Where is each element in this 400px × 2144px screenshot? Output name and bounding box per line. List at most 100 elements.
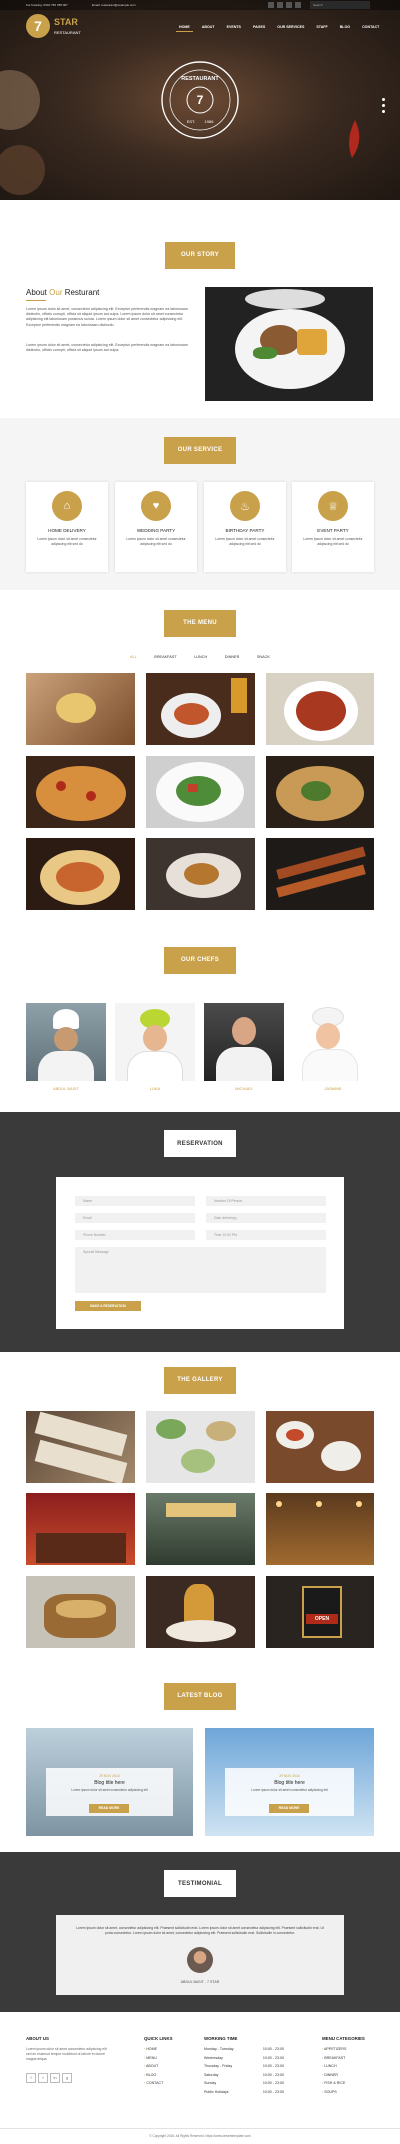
footer-category[interactable]: LUNCH (322, 2064, 346, 2068)
linkedin-icon[interactable] (286, 2, 292, 8)
filter-snack[interactable]: SNACK (257, 655, 270, 659)
emblem-est: EST. (187, 119, 195, 124)
blog-title[interactable]: Blog title here (46, 1780, 173, 1786)
gallery-photo[interactable] (146, 1411, 255, 1483)
filter-all[interactable]: ALL (130, 655, 137, 659)
copyright: © Copyright 2016. All Rights Reserved. h… (149, 2134, 251, 2138)
facebook-icon[interactable] (268, 2, 274, 8)
linkedin-icon[interactable]: in (50, 2073, 60, 2083)
service-title: EVENT PARTY (317, 528, 349, 533)
filter-dinner[interactable]: DINNER (225, 655, 240, 659)
chef-photo[interactable] (292, 1003, 374, 1081)
hours-row: Public Holidays 10:00 - 23:00 (204, 2090, 284, 2094)
chef-photo[interactable] (204, 1003, 284, 1081)
story-food-photo (205, 287, 373, 401)
hours-time: 10:00 - 23:00 (262, 2089, 284, 2094)
section-title-reservation: RESERVATION (164, 1130, 236, 1157)
hours-time: 10:00 - 23:00 (262, 2064, 284, 2068)
blog-date: 29 NOV 2016 (99, 1774, 120, 1778)
name-field[interactable]: Name (75, 1196, 195, 1206)
service-title: HOME DELIVERY (48, 528, 86, 533)
chef-photo[interactable] (26, 1003, 106, 1081)
message-field[interactable]: Special Message (75, 1247, 326, 1293)
footer-link[interactable]: BLOG (144, 2073, 163, 2077)
twitter-icon[interactable] (277, 2, 283, 8)
slider-dots[interactable] (382, 98, 385, 113)
google-icon[interactable]: g (62, 2073, 72, 2083)
menu-item-photo[interactable] (266, 838, 374, 910)
menu-item-photo[interactable] (146, 756, 255, 828)
reservation-button[interactable]: MAKE A RESERVATION (75, 1301, 141, 1311)
footer-category[interactable]: APPETIZERS (322, 2047, 346, 2051)
menu-item-photo[interactable] (146, 673, 255, 745)
search-input[interactable]: Search (310, 1, 370, 9)
service-card[interactable]: ♕ EVENT PARTY Lorem ipsum dolor sit amet c… (292, 482, 374, 572)
heart-icon: ♥ (141, 491, 171, 521)
hero-plate-left (0, 70, 45, 195)
service-desc: Lorem ipsum dolor sit amet consectetur a… (303, 537, 363, 546)
nav-item-our-services[interactable]: OUR SERVICES (274, 23, 307, 32)
nav-item-events[interactable]: EVENTS (224, 23, 244, 32)
gallery-photo[interactable] (26, 1493, 135, 1565)
hours-row: Saturday 10:00 - 23:00 (204, 2073, 284, 2077)
filter-breakfast[interactable]: BREAKFAST (154, 655, 176, 659)
service-title: BIRTHDAY PARTY (225, 528, 265, 533)
blog-card[interactable]: 29 NOV 2016 Blog title here Lorem ipsum … (26, 1728, 193, 1836)
section-title-service: OUR SERVICE (164, 437, 236, 464)
blog-title[interactable]: Blog title here (225, 1780, 354, 1786)
topbar-email[interactable]: Email: restaurant@example.com (92, 3, 136, 7)
gallery-photo[interactable] (146, 1493, 255, 1565)
footer-link[interactable]: CONTACT (144, 2081, 163, 2085)
menu-item-photo[interactable] (266, 756, 374, 828)
hours-day: Saturday (204, 2072, 219, 2077)
footer-category[interactable]: BREAKFAST (322, 2056, 346, 2060)
menu-item-photo[interactable] (26, 673, 135, 745)
footer-category[interactable]: SOUPS (322, 2090, 346, 2094)
footer-category[interactable]: DINNER (322, 2073, 346, 2077)
service-card[interactable]: ♨ BIRTHDAY PARTY Lorem ipsum dolor sit ame… (204, 482, 286, 572)
menu-item-photo[interactable] (26, 756, 135, 828)
heading-underline (26, 300, 46, 301)
nav-item-pages[interactable]: PAGES (250, 23, 268, 32)
menu-item-photo[interactable] (146, 838, 255, 910)
hours-day: Wednesday (204, 2055, 223, 2060)
read-more-button[interactable]: READ MORE (269, 1804, 309, 1813)
nav-item-home[interactable]: HOME (176, 23, 193, 32)
blog-card[interactable]: 29 NOV 2016 Blog title here Lorem ipsum … (205, 1728, 374, 1836)
twitter-icon[interactable]: t (38, 2073, 48, 2083)
hero-banner: For booking: 0301 765 788 007 Email: res… (0, 0, 400, 200)
gallery-photo[interactable] (266, 1411, 374, 1483)
footer-category[interactable]: FISH & RICE (322, 2081, 346, 2085)
brand-logo[interactable]: 7 (26, 14, 50, 38)
persons-field[interactable]: Number Of Person (206, 1196, 326, 1206)
gallery-photo[interactable] (26, 1576, 135, 1648)
service-card[interactable]: ♥ WEDDING PARTY Lorem ipsum dolor sit amet… (115, 482, 197, 572)
date-field[interactable]: Date dd/mm/yy (206, 1213, 326, 1223)
nav-item-blog[interactable]: BLOG (337, 23, 353, 32)
facebook-icon[interactable]: f (26, 2073, 36, 2083)
footer-link[interactable]: MENU (144, 2056, 163, 2060)
section-title-gallery: THE GALLERY (164, 1367, 236, 1394)
phone-field[interactable]: Phone Number (75, 1230, 195, 1240)
chef-photo[interactable] (115, 1003, 195, 1081)
menu-item-photo[interactable] (266, 673, 374, 745)
service-card[interactable]: ⌂ HOME DELIVERY Lorem ipsum dolor sit amet… (26, 482, 108, 572)
gallery-photo[interactable] (146, 1576, 255, 1648)
read-more-button[interactable]: READ MORE (89, 1804, 129, 1813)
nav-item-about[interactable]: ABOUT (199, 23, 218, 32)
gallery-photo[interactable]: OPEN (266, 1576, 374, 1648)
gallery-photo[interactable] (26, 1411, 135, 1483)
filter-lunch[interactable]: LUNCH (194, 655, 207, 659)
nav-item-staff[interactable]: STAFF (313, 23, 330, 32)
brand-sub: RESTAURANT (54, 30, 81, 35)
email-field[interactable]: Email (75, 1213, 195, 1223)
footer-link[interactable]: ABOUT (144, 2064, 163, 2068)
menu-item-photo[interactable] (26, 838, 135, 910)
google-icon[interactable] (295, 2, 301, 8)
nav-item-contact[interactable]: CONTACT (359, 23, 382, 32)
footer-about-text: Lorem ipsum dolor sit amet consectetur a… (26, 2047, 107, 2061)
footer-link[interactable]: HOME (144, 2047, 163, 2051)
time-field[interactable]: Time 10:00 PM (206, 1230, 326, 1240)
hours-time: 10:00 - 23:00 (262, 2081, 284, 2085)
gallery-photo[interactable] (266, 1493, 374, 1565)
